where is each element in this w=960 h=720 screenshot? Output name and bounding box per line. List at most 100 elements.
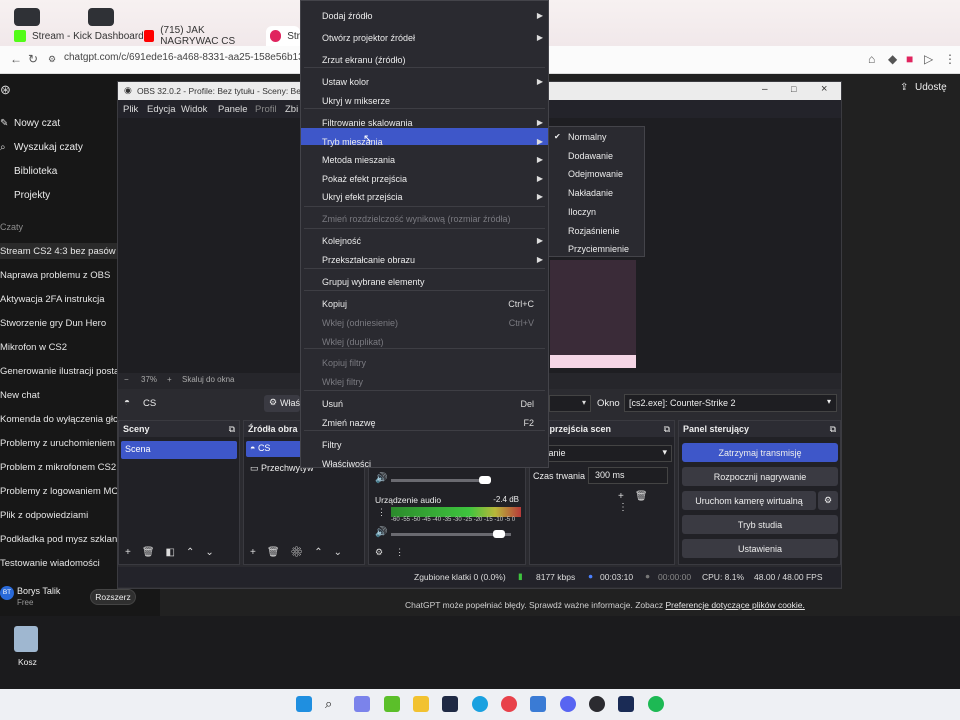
chat-history-item[interactable]: Podkładka pod mysz szklana bbox=[0, 534, 123, 545]
maximize-icon[interactable]: □ bbox=[791, 84, 796, 94]
dropdown[interactable]: ▾ bbox=[549, 395, 591, 412]
extension-icon[interactable]: ■ bbox=[906, 52, 913, 66]
zoom-out-icon[interactable]: − bbox=[124, 375, 129, 384]
speaker-icon[interactable]: 🔊 bbox=[375, 473, 387, 484]
close-icon[interactable]: × bbox=[821, 83, 827, 95]
submenu-item[interactable]: Dodawanie bbox=[548, 149, 645, 165]
edge-icon[interactable] bbox=[472, 696, 488, 712]
context-menu-item[interactable]: Zrzut ekranu (źródło) bbox=[300, 51, 549, 68]
obs-icon[interactable] bbox=[589, 696, 605, 712]
context-menu-item[interactable]: Filtry bbox=[300, 436, 549, 453]
up-icon[interactable]: ⌃ bbox=[314, 547, 333, 558]
chat-history-item[interactable]: Stworzenie gry Dun Hero bbox=[0, 318, 106, 329]
undock-icon[interactable]: ⧉ bbox=[229, 424, 235, 435]
extension-icon[interactable]: ◆ bbox=[888, 52, 897, 66]
up-icon[interactable]: ⌃ bbox=[186, 547, 205, 558]
context-menu-item[interactable]: Grupuj wybrane elementy bbox=[300, 273, 549, 290]
submenu-item[interactable]: Przyciemnienie bbox=[548, 242, 645, 258]
menu-edit[interactable]: Edycja bbox=[147, 104, 176, 115]
pinned-tab[interactable] bbox=[88, 8, 114, 26]
chat-history-item[interactable]: Problem z mikrofonem CS2 bbox=[0, 462, 116, 473]
nav-library[interactable]: Biblioteka bbox=[14, 166, 57, 177]
submenu-item[interactable]: ✔ Normalny bbox=[548, 130, 645, 146]
reload-icon[interactable]: ↻ bbox=[28, 52, 38, 66]
virtual-camera-settings-icon[interactable]: ⚙ bbox=[818, 491, 838, 510]
openai-logo-icon[interactable]: ⊛ bbox=[0, 82, 11, 98]
transition-select[interactable]: nikanie ▾ bbox=[532, 445, 672, 462]
context-menu-item[interactable]: Tryb mieszania ▶ bbox=[300, 133, 549, 150]
bookmark-icon[interactable]: ⌂ bbox=[868, 52, 875, 66]
minimize-icon[interactable]: – bbox=[762, 84, 768, 95]
filter-icon[interactable]: ◧ bbox=[166, 547, 186, 558]
duration-input[interactable]: 300 ms bbox=[588, 467, 668, 484]
kebab-icon[interactable]: ⋮ bbox=[377, 507, 386, 518]
window-select[interactable]: [cs2.exe]: Counter-Strike 2 ▾ bbox=[624, 394, 837, 412]
discord-icon[interactable] bbox=[560, 696, 576, 712]
start-icon[interactable] bbox=[296, 696, 312, 712]
context-menu-item[interactable]: Przekształcanie obrazu ▶ bbox=[300, 251, 549, 268]
chat-history-item[interactable]: Plik z odpowiedziami bbox=[0, 510, 88, 521]
scale-to-window[interactable]: Skaluj do okna bbox=[182, 375, 234, 384]
menu-file[interactable]: Plik bbox=[123, 104, 138, 115]
teams-icon[interactable] bbox=[354, 696, 370, 712]
context-menu-item[interactable]: Ustaw kolor ▶ bbox=[300, 73, 549, 90]
add-icon[interactable]: + bbox=[125, 547, 142, 558]
speaker-icon[interactable]: 🔊 bbox=[375, 527, 387, 538]
nav-search[interactable]: Wyszukaj czaty bbox=[14, 142, 83, 153]
pinned-tab[interactable] bbox=[14, 8, 40, 26]
zoom-in-icon[interactable]: + bbox=[167, 375, 172, 384]
chat-history-item[interactable]: Generowanie ilustracji postac bbox=[0, 366, 124, 377]
chat-history-item[interactable]: New chat bbox=[0, 390, 40, 401]
store-icon[interactable] bbox=[530, 696, 546, 712]
url-text[interactable]: chatgpt.com/c/691ede16-a468-8331-aa25-15… bbox=[64, 52, 314, 63]
app-icon[interactable] bbox=[442, 696, 458, 712]
undock-icon[interactable]: ⧉ bbox=[664, 424, 670, 435]
context-menu-item[interactable]: Zmień nazwę F2 bbox=[300, 414, 549, 431]
tab-kick[interactable]: Stream - Kick Dashboard bbox=[14, 26, 154, 46]
context-menu-item[interactable]: Ukryj w mikserze bbox=[300, 92, 549, 109]
opera-icon[interactable] bbox=[501, 696, 517, 712]
tab-youtube[interactable]: (715) JAK NAGRYWAC CS bbox=[144, 25, 264, 47]
context-menu-item[interactable]: Właściwości bbox=[300, 455, 549, 472]
back-icon[interactable]: ← bbox=[10, 52, 22, 66]
context-menu-item[interactable]: Ukryj efekt przejścia ▶ bbox=[300, 188, 549, 205]
context-menu-item[interactable]: Kolejność ▶ bbox=[300, 232, 549, 249]
menu-view[interactable]: Widok bbox=[181, 104, 207, 115]
chat-history-item[interactable]: Naprawa problemu z OBS bbox=[0, 270, 110, 281]
menu-docks[interactable]: Panele bbox=[218, 104, 248, 115]
explorer-icon[interactable] bbox=[413, 696, 429, 712]
submenu-item[interactable]: Odejmowanie bbox=[548, 167, 645, 183]
menu-collection[interactable]: Zbi bbox=[285, 104, 298, 115]
app-icon[interactable] bbox=[618, 696, 634, 712]
chat-history-item[interactable]: Problemy z uruchomieniem bbox=[0, 438, 115, 449]
gear-icon[interactable]: ⚙ bbox=[375, 547, 395, 557]
chat-history-item[interactable]: Aktywacja 2FA instrukcja bbox=[0, 294, 105, 305]
app-icon[interactable] bbox=[384, 696, 400, 712]
play-icon[interactable]: ▷ bbox=[924, 52, 933, 66]
context-menu-item[interactable]: Usuń Del bbox=[300, 395, 549, 412]
nav-new-chat[interactable]: Nowy czat bbox=[14, 118, 60, 129]
stop-stream-button[interactable]: Zatrzymaj transmisję bbox=[682, 443, 838, 462]
chat-history-item[interactable]: Problemy z logowaniem MC bbox=[0, 486, 118, 497]
down-icon[interactable]: ⌄ bbox=[334, 547, 353, 558]
settings-button[interactable]: Ustawienia bbox=[682, 539, 838, 558]
kebab-icon[interactable]: ⋮ bbox=[395, 547, 416, 557]
submenu-item[interactable]: Iloczyn bbox=[548, 205, 645, 221]
chat-history-item[interactable]: Testowanie wiadomości bbox=[0, 558, 100, 569]
kebab-icon[interactable]: ⋮ bbox=[618, 502, 639, 513]
nav-projects[interactable]: Projekty bbox=[14, 190, 50, 201]
cookie-link[interactable]: Preferencje dotyczące plików cookie. bbox=[666, 600, 805, 610]
search-icon[interactable]: ⌕ bbox=[325, 696, 341, 712]
trash-icon[interactable]: 🗑 bbox=[142, 547, 166, 558]
recycle-bin-icon[interactable] bbox=[14, 626, 38, 652]
menu-icon[interactable]: ⋮ bbox=[944, 52, 956, 66]
menu-profile[interactable]: Profil bbox=[255, 104, 277, 115]
context-menu-item[interactable]: Pokaż efekt przejścia ▶ bbox=[300, 170, 549, 187]
submenu-item[interactable]: Nakładanie bbox=[548, 186, 645, 202]
trash-icon[interactable]: 🗑 bbox=[267, 547, 291, 558]
scene-item[interactable]: Scena bbox=[121, 441, 237, 459]
context-menu-item[interactable]: Otwórz projektor źródeł ▶ bbox=[300, 29, 549, 46]
virtual-camera-button[interactable]: Uruchom kamerę wirtualną bbox=[682, 491, 816, 510]
submenu-item[interactable]: Rozjaśnienie bbox=[548, 224, 645, 240]
share-button[interactable]: Udostę bbox=[915, 82, 947, 93]
